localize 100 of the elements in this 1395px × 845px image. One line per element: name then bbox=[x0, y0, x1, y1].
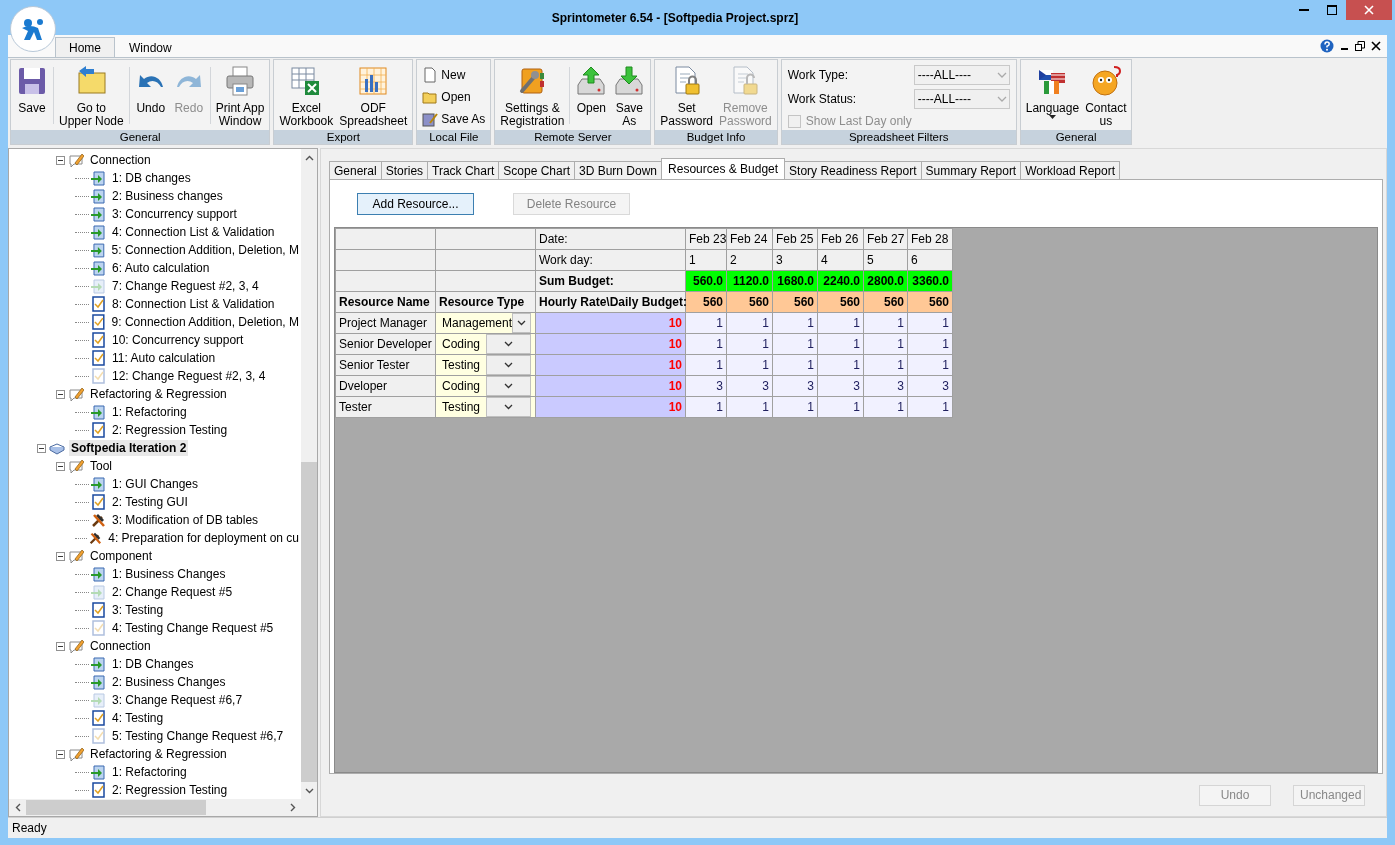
ribbon-button[interactable]: Save As bbox=[419, 108, 489, 130]
collapse-box[interactable] bbox=[37, 443, 46, 453]
upload-icon bbox=[575, 65, 608, 97]
window-title: Sprintometer 6.54 - [Softpedia Project.sprz] bbox=[550, 10, 800, 25]
tree-item[interactable]: 6: Auto calculation bbox=[110, 260, 212, 276]
arrow-document-icon bbox=[90, 566, 106, 582]
tree-item[interactable]: Tool bbox=[88, 458, 114, 474]
table-cell: Feb 25 bbox=[772, 228, 818, 250]
horizontal-scrollbar[interactable] bbox=[9, 799, 317, 816]
tree-item[interactable]: 4: Testing bbox=[110, 710, 166, 726]
tree-item[interactable]: 12: Change Reguest #2, 3, 4 bbox=[110, 368, 268, 384]
tree-item[interactable]: 9: Connection Addition, Deletion, M bbox=[109, 314, 301, 330]
tree-item[interactable]: 7: Change Reguest #2, 3, 4 bbox=[110, 278, 261, 294]
tree-item[interactable]: 5: Connection Addition, Deletion, M bbox=[109, 242, 301, 258]
ribbon-button[interactable]: New bbox=[419, 64, 489, 86]
tree-item[interactable]: Connection bbox=[88, 638, 153, 654]
tree-item[interactable]: Component bbox=[88, 548, 155, 564]
tree-item[interactable]: 1: Refactoring bbox=[110, 404, 189, 420]
group-title: Export bbox=[274, 130, 413, 144]
ribbon-button[interactable]: Open bbox=[572, 63, 611, 130]
collapse-box[interactable] bbox=[56, 551, 65, 561]
check-document-icon bbox=[90, 782, 106, 798]
tree-item[interactable]: 3: Modification of DB tables bbox=[110, 512, 261, 528]
ribbon-button[interactable]: Contact us bbox=[1082, 63, 1130, 130]
ribbon-button[interactable]: Excel Workbook bbox=[276, 63, 337, 130]
tree-item[interactable]: 2: Regression Testing bbox=[110, 422, 230, 438]
tree-item[interactable]: 1: DB Changes bbox=[110, 656, 196, 672]
tab[interactable]: Scope Chart bbox=[498, 161, 575, 179]
pencil-bubble-icon bbox=[68, 746, 84, 762]
tree-item[interactable]: 3: Testing bbox=[110, 602, 166, 618]
collapse-box[interactable] bbox=[56, 389, 65, 399]
download-icon bbox=[613, 65, 646, 97]
tab[interactable]: Summary Report bbox=[920, 161, 1022, 179]
ribbon-button[interactable]: Save bbox=[13, 63, 51, 130]
table-cell: Senior Tester bbox=[335, 354, 436, 376]
ribbon-button[interactable]: Save As bbox=[610, 63, 649, 130]
help-icon[interactable] bbox=[1320, 39, 1334, 53]
tree-item[interactable]: Refactoring & Regression bbox=[88, 746, 229, 762]
tree-item[interactable]: 3: Change Request #6,7 bbox=[110, 692, 245, 708]
tree-item[interactable]: Connection bbox=[88, 152, 153, 168]
group-title: Local File bbox=[417, 130, 491, 144]
check-document-icon bbox=[90, 332, 106, 348]
collapse-box[interactable] bbox=[56, 155, 65, 165]
table-cell: Feb 26 bbox=[817, 228, 864, 250]
tree-item[interactable]: 10: Concurrency support bbox=[110, 332, 246, 348]
tab[interactable]: Story Readiness Report bbox=[784, 161, 922, 179]
tree-item[interactable]: 1: DB changes bbox=[110, 170, 193, 186]
tree-item[interactable]: 5: Testing Change Request #6,7 bbox=[110, 728, 286, 744]
tree-item[interactable]: 1: GUI Changes bbox=[110, 476, 201, 492]
folder-icon bbox=[422, 89, 439, 105]
action-button[interactable]: Add Resource... bbox=[357, 192, 474, 215]
tab[interactable]: General bbox=[329, 161, 382, 179]
tab[interactable]: Resources & Budget bbox=[661, 158, 786, 179]
ribbon-button[interactable]: Language bbox=[1022, 63, 1083, 130]
arrow-document-icon bbox=[90, 260, 106, 276]
tree-item[interactable]: 1: Business Changes bbox=[110, 566, 228, 582]
tree-item[interactable]: 2: Regression Testing bbox=[110, 782, 230, 798]
ribbon-button[interactable]: ODF Spreadsheet bbox=[336, 63, 411, 130]
ribbon-tab[interactable]: Home bbox=[55, 37, 115, 57]
scroll-left-icon[interactable] bbox=[14, 803, 21, 812]
tree-item[interactable]: 2: Change Request #5 bbox=[110, 584, 235, 600]
vertical-scrollbar[interactable] bbox=[301, 149, 317, 799]
tree-item[interactable]: 1: Refactoring bbox=[110, 764, 189, 780]
tree-item[interactable]: Refactoring & Regression bbox=[88, 386, 229, 402]
tab[interactable]: Workload Report bbox=[1020, 161, 1121, 179]
ribbon-button[interactable]: Undo bbox=[131, 63, 170, 130]
scroll-up-icon[interactable] bbox=[304, 154, 314, 161]
maximize-icon bbox=[1327, 5, 1337, 15]
tree-item[interactable]: 2: Testing GUI bbox=[110, 494, 190, 510]
pencil-bubble-icon bbox=[68, 386, 84, 402]
ribbon-button[interactable]: Open bbox=[419, 86, 489, 108]
tree-item[interactable]: 11: Auto calculation bbox=[110, 350, 218, 366]
collapse-box[interactable] bbox=[56, 641, 65, 651]
ribbon-button[interactable]: Print App Window bbox=[212, 63, 268, 130]
scroll-right-icon[interactable] bbox=[289, 803, 296, 812]
hammer-icon bbox=[88, 530, 103, 546]
scroll-down-icon[interactable] bbox=[304, 787, 314, 794]
ribbon-button[interactable]: Go to Upper Node bbox=[56, 63, 127, 130]
tree-item[interactable]: 8: Connection List & Validation bbox=[110, 296, 277, 312]
collapse-box[interactable] bbox=[56, 461, 65, 471]
ribbon-button[interactable]: Set Password bbox=[657, 63, 717, 130]
tree-item[interactable]: 4: Connection List & Validation bbox=[110, 224, 277, 240]
group-title: General bbox=[11, 130, 270, 144]
ribbon-tab[interactable]: Window bbox=[115, 37, 186, 57]
checkbox-label: Show Last Day only bbox=[805, 114, 912, 128]
ribbon-button[interactable]: Settings & Registration bbox=[497, 63, 568, 130]
table-cell: Project Manager bbox=[335, 312, 436, 334]
app-logo[interactable] bbox=[10, 6, 56, 52]
help-bubble-icon bbox=[1089, 65, 1122, 97]
tree-item[interactable]: 4: Testing Change Request #5 bbox=[110, 620, 276, 636]
tree-item[interactable]: 2: Business Changes bbox=[110, 674, 228, 690]
tree-item[interactable]: 3: Concurrency support bbox=[110, 206, 239, 222]
tree-item[interactable]: 4: Preparation for deployment on cu bbox=[106, 530, 301, 546]
close-icon[interactable] bbox=[1371, 41, 1381, 51]
tree-item[interactable]: 2: Business changes bbox=[110, 188, 225, 204]
collapse-box[interactable] bbox=[56, 749, 65, 759]
table-cell: Feb 24 bbox=[726, 228, 773, 250]
tree-item[interactable]: Softpedia Iteration 2 bbox=[69, 440, 189, 456]
restore-icon[interactable] bbox=[1355, 41, 1365, 51]
save-as-icon bbox=[422, 111, 439, 127]
